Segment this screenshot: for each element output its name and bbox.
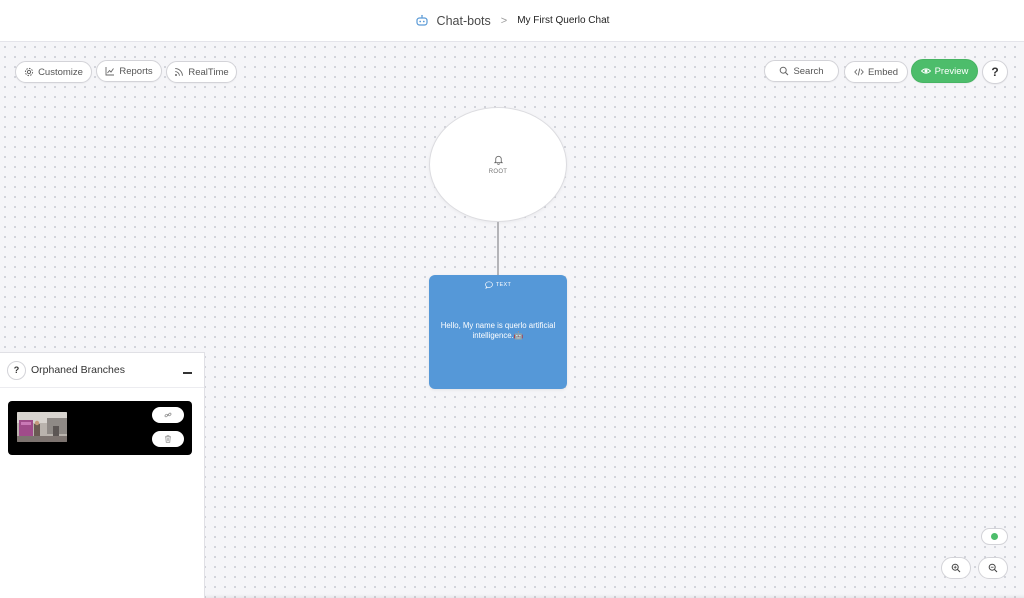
trash-icon — [165, 435, 171, 443]
speech-bubble-icon — [485, 281, 493, 289]
realtime-button[interactable]: RealTime — [166, 61, 237, 83]
customize-button[interactable]: Customize — [15, 61, 92, 83]
breadcrumb: Chat-bots > My First Querlo Chat — [415, 14, 610, 28]
orphan-branch-thumbnail — [17, 412, 67, 442]
eye-icon — [920, 68, 931, 74]
orphan-help-button[interactable]: ? — [7, 360, 26, 380]
text-node[interactable]: TEXT Hello, My name is querlo artificial… — [429, 275, 567, 389]
breadcrumb-current-chat: My First Querlo Chat — [517, 15, 610, 26]
root-node[interactable]: ROOT — [429, 107, 567, 222]
orphan-branch-card[interactable] — [8, 401, 192, 455]
rss-icon — [175, 68, 184, 76]
gear-icon — [24, 67, 34, 77]
text-node-message: Hello, My name is querlo artificial inte… — [440, 321, 556, 340]
status-dot-icon — [991, 533, 998, 540]
reports-button[interactable]: Reports — [96, 60, 162, 82]
link-icon — [164, 412, 172, 418]
canvas-bottom-shade — [205, 594, 1024, 598]
embed-label: Embed — [867, 66, 899, 78]
preview-button[interactable]: Preview — [911, 59, 978, 83]
orphaned-branches-header: ? Orphaned Branches — [0, 353, 204, 388]
reports-label: Reports — [119, 65, 153, 77]
search-label: Search — [793, 65, 824, 77]
zoom-in-button[interactable] — [941, 557, 971, 579]
embed-button[interactable]: Embed — [844, 61, 908, 83]
top-header: Chat-bots > My First Querlo Chat — [0, 0, 1024, 42]
search-icon — [780, 66, 789, 76]
help-label: ? — [991, 65, 999, 79]
delete-branch-button[interactable] — [152, 431, 184, 447]
search-button[interactable]: Search — [764, 60, 839, 82]
node-connector — [497, 222, 499, 276]
preview-label: Preview — [934, 65, 969, 77]
collapse-panel-button[interactable] — [183, 372, 192, 374]
root-node-label: ROOT — [488, 169, 508, 175]
robot-icon — [415, 14, 429, 28]
zoom-out-icon — [988, 563, 998, 573]
connection-status-toggle[interactable] — [981, 528, 1008, 545]
orphaned-branches-title: Orphaned Branches — [31, 364, 125, 376]
text-node-header: TEXT — [429, 281, 567, 289]
orphaned-branches-panel: ? Orphaned Branches — [0, 352, 205, 598]
breadcrumb-separator: > — [500, 14, 508, 27]
bell-icon — [493, 155, 503, 165]
realtime-label: RealTime — [188, 66, 229, 78]
text-node-type-label: TEXT — [495, 282, 512, 288]
breadcrumb-chatbots-link[interactable]: Chat-bots — [437, 14, 491, 28]
chart-line-icon — [105, 67, 115, 76]
help-button[interactable]: ? — [982, 60, 1008, 84]
link-branch-button[interactable] — [152, 407, 184, 423]
zoom-out-button[interactable] — [978, 557, 1008, 579]
zoom-in-icon — [951, 563, 961, 573]
code-icon — [854, 68, 864, 76]
customize-label: Customize — [38, 66, 83, 78]
